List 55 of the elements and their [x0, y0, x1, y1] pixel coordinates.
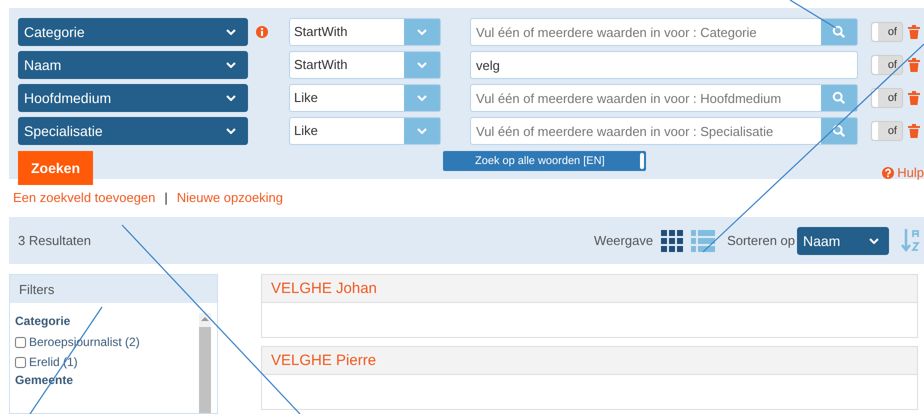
operator-select[interactable]: StartWith [289, 51, 441, 79]
field-select[interactable]: Naam [18, 51, 248, 79]
field-select[interactable]: Specialisatie [18, 117, 248, 145]
operator-select[interactable]: Like [289, 84, 441, 112]
value-input[interactable]: Vul één of meerdere waarden in voor : Hoofdmedium [471, 85, 821, 111]
link-separator: | [164, 190, 168, 207]
chevron-down-icon [417, 128, 427, 134]
trash-icon[interactable] [908, 58, 920, 72]
info-icon[interactable] [256, 26, 268, 38]
connector-toggle[interactable]: of [871, 22, 903, 42]
search-button[interactable] [821, 85, 857, 111]
value-input[interactable]: Vul één of meerdere waarden in voor : Categorie [471, 19, 821, 45]
sort-label: Sorteren op [727, 233, 795, 248]
search-button[interactable] [821, 118, 857, 144]
search-icon [832, 124, 846, 138]
search-icon [832, 25, 846, 39]
help-icon [882, 166, 894, 178]
trash-icon[interactable] [908, 91, 920, 105]
value-input[interactable]: Vul één of meerdere waarden in voor : Specialisatie [471, 118, 821, 144]
value-field[interactable]: Vul één of meerdere waarden in voor : Categorie [470, 18, 858, 46]
connector-toggle[interactable]: of [871, 121, 903, 141]
chevron-down-icon [226, 128, 236, 134]
operator-select[interactable]: StartWith [289, 18, 441, 46]
view-label: Weergave [594, 233, 654, 248]
search-button[interactable] [821, 19, 857, 45]
value-field[interactable]: Vul één of meerdere waarden in voor : Hoofdmedium [470, 84, 858, 112]
filter-group-title: Categorie [15, 314, 72, 328]
filter-checkbox[interactable] [15, 336, 26, 348]
chevron-down-icon [226, 95, 236, 101]
value-field[interactable]: Vul één of meerdere waarden in voor : Specialisatie [470, 117, 858, 145]
filter-checkbox[interactable] [15, 356, 26, 368]
trash-icon[interactable] [908, 25, 920, 39]
connector-toggle[interactable]: of [871, 88, 903, 108]
leader-line [790, 0, 836, 29]
connector-toggle[interactable]: of [871, 55, 903, 75]
search-icon [832, 91, 846, 105]
chevron-down-icon [417, 62, 427, 68]
filters-header: Filters [10, 275, 217, 303]
chevron-down-icon [417, 95, 427, 101]
grid-view-icon[interactable] [661, 230, 684, 252]
chevron-down-icon [417, 29, 427, 35]
trash-icon[interactable] [908, 124, 920, 138]
chevron-down-icon [869, 238, 879, 244]
operator-select[interactable]: Like [289, 117, 441, 145]
all-words-toggle[interactable]: Zoek op alle woorden [EN] [443, 151, 646, 171]
chevron-down-icon [226, 62, 236, 68]
list-view-icon[interactable] [691, 230, 716, 252]
sort-select[interactable]: Naam [797, 226, 889, 254]
field-select[interactable]: Hoofdmedium [18, 84, 248, 112]
chevron-down-icon [226, 29, 236, 35]
field-select[interactable]: Categorie [18, 18, 248, 46]
value-input[interactable]: velg [471, 52, 857, 78]
sort-direction-icon[interactable] [901, 228, 921, 254]
results-count: 3 Resultaten [18, 233, 91, 248]
scrollbar[interactable] [199, 313, 211, 413]
